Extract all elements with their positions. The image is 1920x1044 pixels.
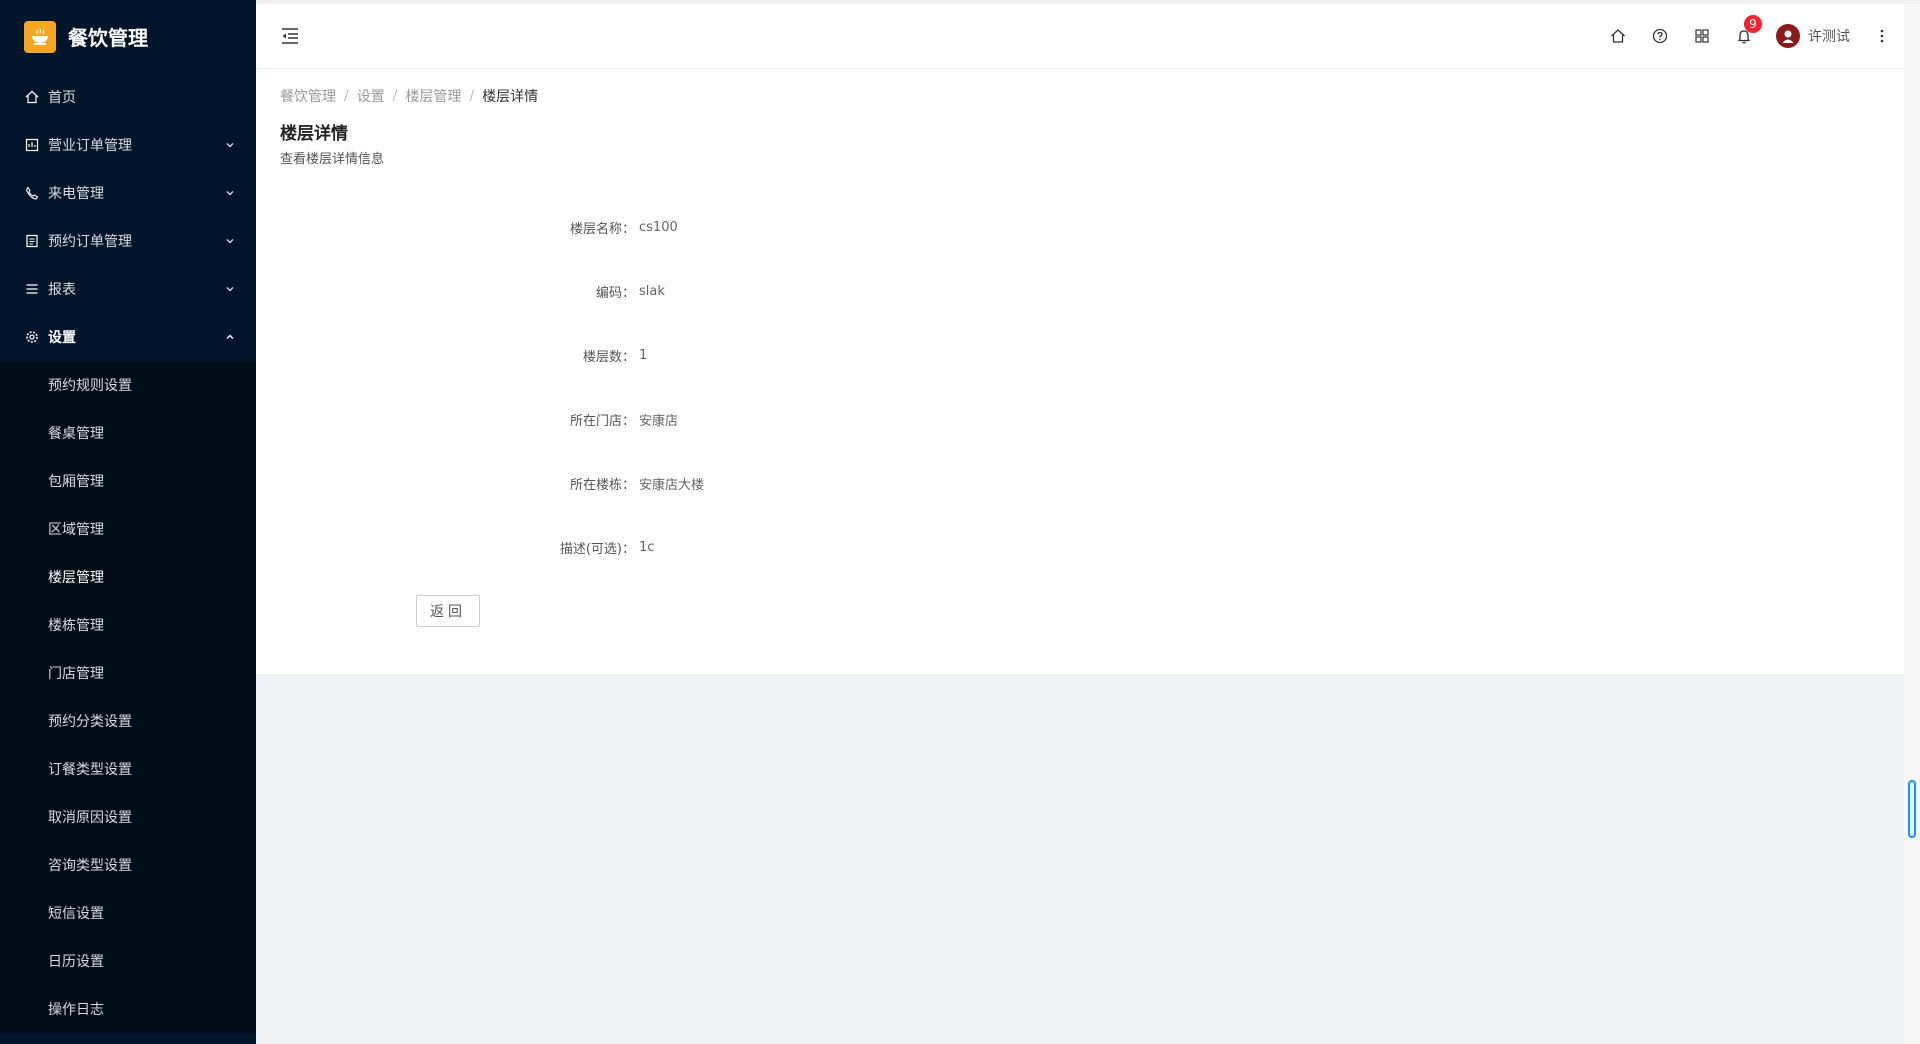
user-name: 许测试 <box>1808 29 1850 45</box>
sidebar-item-business-orders[interactable]: 营业订单管理 <box>0 121 256 169</box>
sidebar-item-home[interactable]: 首页 <box>0 73 256 121</box>
sidebar-item-label: 来电管理 <box>48 186 104 202</box>
detail-label: 楼层数： <box>582 349 635 365</box>
reservation-icon <box>24 233 40 249</box>
detail-label: 编码： <box>595 285 635 301</box>
submenu-item-floors[interactable]: 楼层管理 <box>0 553 256 601</box>
user-menu[interactable]: 许测试 <box>1776 24 1850 48</box>
sidebar: 餐饮管理 首页 营业订单管理 来电管理 预约订单管理 报表 设置 预约规则设置 … <box>0 0 256 1044</box>
sidebar-menu: 首页 营业订单管理 来电管理 预约订单管理 报表 设置 <box>0 73 256 361</box>
detail-value: slak <box>639 283 665 299</box>
sidebar-item-label: 报表 <box>48 282 76 298</box>
detail-row-code: 编码： slak <box>280 259 1880 323</box>
sidebar-item-label: 首页 <box>48 90 76 106</box>
detail-row-description: 描述(可选)： 1c <box>280 515 1880 579</box>
detail-row-store: 所在门店： 安康店 <box>280 387 1880 451</box>
submenu-item-buildings[interactable]: 楼栋管理 <box>0 601 256 649</box>
breadcrumb-separator: / <box>344 88 349 104</box>
main-content: 餐饮管理 / 设置 / 楼层管理 / 楼层详情 楼层详情 查看楼层详情信息 楼层… <box>256 69 1904 674</box>
sidebar-item-label: 预约订单管理 <box>48 234 132 250</box>
breadcrumb-item[interactable]: 楼层管理 <box>405 86 461 106</box>
sidebar-item-label: 营业订单管理 <box>48 138 132 154</box>
settings-submenu: 预约规则设置 餐桌管理 包厢管理 区域管理 楼层管理 楼栋管理 门店管理 预约分… <box>0 361 256 1033</box>
chevron-up-icon <box>224 331 236 343</box>
top-header: 9 许测试 <box>256 4 1920 69</box>
chevron-down-icon <box>224 187 236 199</box>
sidebar-item-reservations[interactable]: 预约订单管理 <box>0 217 256 265</box>
chevron-down-icon <box>224 283 236 295</box>
menu-fold-icon[interactable] <box>280 26 300 46</box>
detail-row-floor-count: 楼层数： 1 <box>280 323 1880 387</box>
sidebar-item-settings[interactable]: 设置 <box>0 313 256 361</box>
detail-row-floor-name: 楼层名称： cs100 <box>280 195 1880 259</box>
detail-row-building: 所在楼栋： 安康店大楼 <box>280 451 1880 515</box>
sidebar-item-label: 设置 <box>48 330 76 346</box>
app-title: 餐饮管理 <box>68 26 148 50</box>
submenu-item-operation-log[interactable]: 操作日志 <box>0 985 256 1033</box>
floor-details: 楼层名称： cs100 编码： slak 楼层数： 1 所在门店： 安康店 所在… <box>280 195 1880 627</box>
avatar <box>1776 24 1800 48</box>
page-subtitle: 查看楼层详情信息 <box>280 152 385 167</box>
detail-value: cs100 <box>639 219 678 235</box>
report-icon <box>24 281 40 297</box>
apps-grid-icon[interactable] <box>1692 26 1712 46</box>
detail-value: 安康店大楼 <box>639 477 705 493</box>
submenu-item-stores[interactable]: 门店管理 <box>0 649 256 697</box>
bowl-icon <box>24 20 56 53</box>
home-icon[interactable] <box>1608 26 1628 46</box>
notification-badge: 9 <box>1744 15 1762 33</box>
sidebar-item-reports[interactable]: 报表 <box>0 265 256 313</box>
submenu-item-private-rooms[interactable]: 包厢管理 <box>0 457 256 505</box>
chevron-down-icon <box>224 235 236 247</box>
gear-icon <box>24 329 40 345</box>
submenu-item-sms[interactable]: 短信设置 <box>0 889 256 937</box>
notification-bell-icon[interactable]: 9 <box>1734 15 1762 46</box>
breadcrumb-separator: / <box>469 88 475 104</box>
submenu-item-inquiry-types[interactable]: 咨询类型设置 <box>0 841 256 889</box>
detail-label: 描述(可选)： <box>559 541 635 557</box>
detail-value: 安康店 <box>639 413 679 429</box>
page-scrollbar[interactable] <box>1904 4 1920 1044</box>
scrollbar-thumb[interactable] <box>1908 780 1916 838</box>
submenu-item-reservation-categories[interactable]: 预约分类设置 <box>0 697 256 745</box>
detail-label: 所在楼栋： <box>569 477 635 493</box>
detail-value: 1 <box>639 347 648 363</box>
submenu-item-areas[interactable]: 区域管理 <box>0 505 256 553</box>
breadcrumb: 餐饮管理 / 设置 / 楼层管理 / 楼层详情 <box>280 85 1880 107</box>
breadcrumb-item[interactable]: 餐饮管理 <box>280 86 336 106</box>
phone-icon <box>24 185 40 201</box>
submenu-item-meal-types[interactable]: 订餐类型设置 <box>0 745 256 793</box>
more-vertical-icon[interactable] <box>1872 26 1892 46</box>
sidebar-item-calls[interactable]: 来电管理 <box>0 169 256 217</box>
detail-label: 所在门店： <box>569 413 635 429</box>
submenu-item-cancel-reasons[interactable]: 取消原因设置 <box>0 793 256 841</box>
back-button[interactable]: 返回 <box>416 595 480 627</box>
detail-value: 1c <box>639 539 655 555</box>
detail-label: 楼层名称： <box>569 221 635 237</box>
home-icon <box>24 89 40 105</box>
breadcrumb-separator: / <box>392 88 398 104</box>
submenu-item-reservation-rules[interactable]: 预约规则设置 <box>0 361 256 409</box>
breadcrumb-current: 楼层详情 <box>482 89 539 105</box>
breadcrumb-item[interactable]: 设置 <box>357 86 385 106</box>
chevron-down-icon <box>224 139 236 151</box>
brand[interactable]: 餐饮管理 <box>0 0 256 73</box>
submenu-item-calendar[interactable]: 日历设置 <box>0 937 256 985</box>
page-title: 楼层详情 <box>280 124 348 144</box>
submenu-item-tables[interactable]: 餐桌管理 <box>0 409 256 457</box>
help-icon[interactable] <box>1650 26 1670 46</box>
order-icon <box>24 137 40 153</box>
